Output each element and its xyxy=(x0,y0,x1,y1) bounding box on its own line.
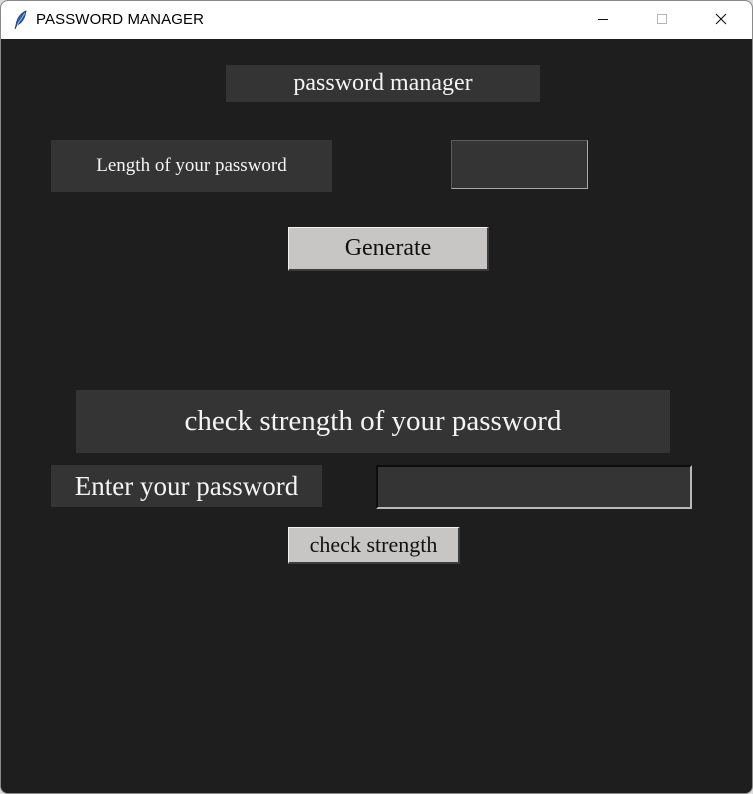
page-title: password manager xyxy=(226,65,540,102)
minimize-button[interactable] xyxy=(574,1,632,39)
window-title: PASSWORD MANAGER xyxy=(36,11,205,28)
app-window: PASSWORD MANAGER password manager Length… xyxy=(0,0,753,794)
generate-button[interactable]: Generate xyxy=(288,227,489,271)
client-area: password manager Length of your password… xyxy=(1,39,752,793)
strength-section-title: check strength of your password xyxy=(76,390,670,453)
minimize-icon xyxy=(597,12,609,29)
password-input[interactable] xyxy=(376,465,692,509)
title-bar[interactable]: PASSWORD MANAGER xyxy=(1,1,752,39)
maximize-icon xyxy=(656,12,668,29)
feather-icon xyxy=(13,10,29,30)
length-input[interactable] xyxy=(451,140,588,189)
close-button[interactable] xyxy=(692,1,750,39)
check-strength-button[interactable]: check strength xyxy=(288,527,460,564)
password-label: Enter your password xyxy=(51,465,322,507)
length-label: Length of your password xyxy=(51,140,332,192)
maximize-button[interactable] xyxy=(633,1,691,39)
close-icon xyxy=(715,12,727,29)
